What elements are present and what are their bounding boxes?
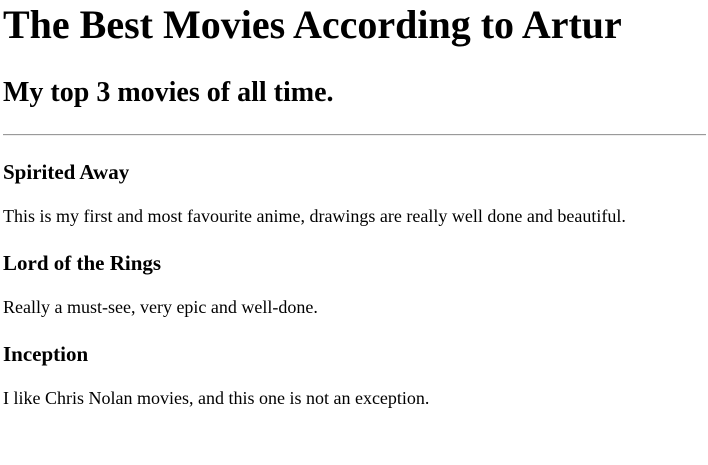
page-title: The Best Movies According to Artur [3, 2, 622, 47]
movie-title: Inception [3, 342, 89, 366]
movie-item-inception: Inception I like Chris Nolan movies, and… [3, 341, 706, 409]
divider [3, 134, 706, 136]
movie-description: This is my first and most favourite anim… [3, 206, 626, 226]
movie-item-spirited-away: Spirited Away This is my first and most … [3, 159, 706, 227]
page-subtitle: My top 3 movies of all time. [3, 77, 334, 108]
movie-description: I like Chris Nolan movies, and this one … [3, 388, 430, 408]
movie-title: Lord of the Rings [3, 251, 162, 275]
movie-item-lord-of-the-rings: Lord of the Rings Really a must-see, ver… [3, 250, 706, 318]
movie-title: Spirited Away [3, 160, 130, 184]
movie-description: Really a must-see, very epic and well-do… [3, 297, 318, 317]
page: The Best Movies According to Artur My to… [0, 0, 708, 409]
